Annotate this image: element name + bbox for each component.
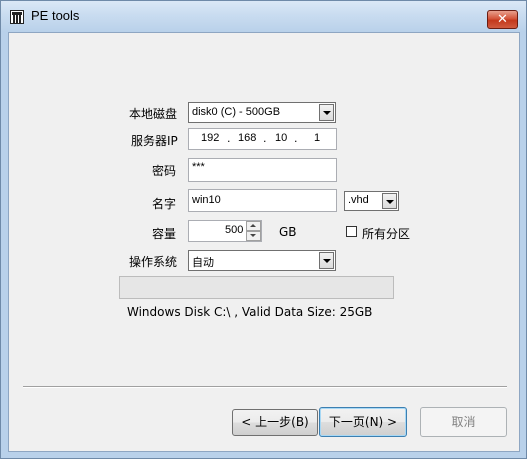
ip-octet-4[interactable]: 1 (314, 132, 320, 144)
capacity-label: 容量 (152, 227, 177, 241)
chevron-down-icon[interactable] (319, 252, 334, 269)
extension-value: .vhd (348, 194, 369, 206)
progress-bar (119, 276, 394, 299)
server-ip-label: 服务器IP (131, 134, 178, 148)
ip-dot-2: . (263, 132, 267, 145)
chevron-down-icon[interactable] (319, 104, 334, 121)
all-partitions-checkbox[interactable] (346, 226, 357, 237)
password-input[interactable]: *** (188, 158, 337, 182)
server-ip-input[interactable]: 192 . 168 . 10 . 1 (188, 128, 337, 150)
ip-octet-3[interactable]: 10 (275, 132, 287, 144)
extension-select[interactable]: .vhd (344, 191, 399, 211)
ip-octet-1[interactable]: 192 (201, 132, 219, 144)
capacity-unit: GB (279, 225, 297, 239)
cancel-button[interactable]: 取消 (420, 407, 507, 437)
os-label: 操作系统 (129, 255, 178, 269)
local-disk-value: disk0 (C) - 500GB (192, 106, 281, 118)
divider (23, 386, 507, 388)
name-input[interactable]: win10 (188, 189, 337, 212)
ip-dot-1: . (227, 132, 231, 145)
ip-octet-2[interactable]: 168 (238, 132, 256, 144)
next-button[interactable]: 下一页(N) > (319, 407, 407, 437)
dialog-body (8, 32, 520, 452)
title-bar[interactable]: PE tools ✕ (1, 1, 526, 32)
capacity-value: 500 (225, 224, 244, 236)
window-title: PE tools (31, 8, 80, 23)
pe-tools-window: PE tools ✕ 本地磁盘 disk0 (C) - 500GB 服务器IP … (0, 0, 527, 459)
name-label: 名字 (152, 197, 177, 211)
password-value: *** (192, 161, 205, 173)
os-value: 自动 (192, 257, 214, 269)
name-value: win10 (192, 194, 221, 206)
ip-dot-3: . (294, 132, 298, 145)
local-disk-select[interactable]: disk0 (C) - 500GB (188, 102, 336, 123)
back-button[interactable]: < 上一步(B) (232, 409, 318, 436)
spin-up-icon[interactable] (246, 221, 261, 231)
spin-down-icon[interactable] (246, 231, 261, 241)
close-button[interactable]: ✕ (487, 10, 518, 29)
local-disk-label: 本地磁盘 (129, 107, 178, 121)
toolbox-icon (10, 10, 24, 24)
all-partitions-label[interactable]: 所有分区 (362, 225, 410, 242)
status-text: Windows Disk C:\ , Valid Data Size: 25GB (127, 305, 373, 319)
password-label: 密码 (152, 164, 177, 178)
chevron-down-icon[interactable] (382, 193, 397, 209)
os-select[interactable]: 自动 (188, 250, 336, 271)
